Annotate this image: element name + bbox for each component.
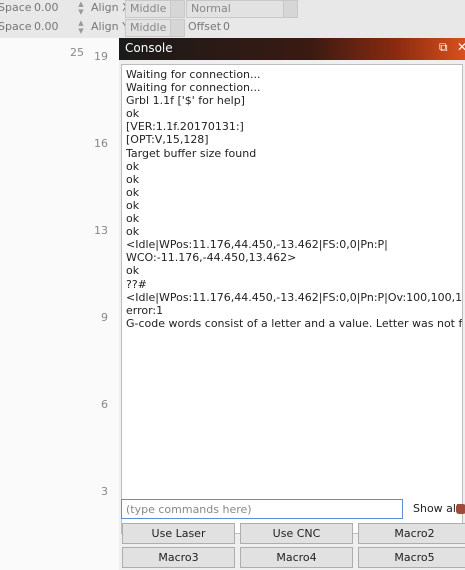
console-line: [OPT:V,15,128] [126, 133, 209, 147]
ruler-tick: 16 [94, 137, 108, 150]
console-line: G-code words consist of a letter and a v… [126, 316, 463, 330]
console-line: <Idle|WPos:11.176,44.450,-13.462|FS:0,0|… [126, 238, 388, 252]
console-line: Grbl 1.1f ['$' for help] [126, 94, 245, 108]
use-cnc-button[interactable]: Use CNC [240, 523, 353, 544]
console-line: ok [126, 198, 140, 212]
chevron-down-icon [170, 20, 184, 36]
console-line: WCO:-11.176,-44.450,13.462> [126, 251, 297, 265]
space-label: Space [0, 20, 32, 33]
space-value[interactable]: 0.00 [34, 1, 59, 14]
spinner-arrows-icon[interactable]: ▲ ▼ [77, 0, 85, 18]
offset-value[interactable]: 0 [223, 20, 230, 33]
macro4-button[interactable]: Macro4 [240, 547, 353, 568]
offset-label: Offset [188, 20, 222, 33]
macro2-button[interactable]: Macro2 [358, 523, 465, 544]
chevron-down-icon [283, 1, 297, 17]
space-label: Space [0, 1, 32, 14]
console-line: ok [126, 185, 140, 199]
console-panel: Console ⧉ ✕ Waiting for connection... Wa… [119, 38, 465, 570]
use-laser-button[interactable]: Use Laser [122, 523, 235, 544]
ruler-tick: 19 [94, 50, 108, 63]
toolbar-row-2: Space 0.00 ▲ ▼ Align Y Middle Offset 0 [0, 19, 465, 38]
align-y-value: Middle [130, 21, 167, 34]
console-line: ok [126, 107, 140, 121]
console-line: ok [126, 159, 140, 173]
console-line: ok [126, 264, 140, 278]
show-all-label: Show all [413, 502, 460, 515]
undock-icon[interactable]: ⧉ [439, 40, 448, 55]
console-line: error:1 [126, 303, 164, 317]
close-icon[interactable]: ✕ [457, 40, 465, 54]
space-value[interactable]: 0.00 [34, 20, 59, 33]
align-x-value: Middle [130, 2, 167, 15]
align-y-select[interactable]: Middle [125, 19, 185, 37]
ruler-tick: 13 [94, 224, 108, 237]
ruler-tick: 9 [101, 311, 108, 324]
align-x-select[interactable]: Middle [125, 0, 185, 18]
macro5-button[interactable]: Macro5 [358, 547, 465, 568]
console-line: Target buffer size found [126, 146, 257, 160]
vertical-ruler: 25 19 16 13 9 6 3 [0, 38, 120, 570]
console-line: ??# [126, 277, 147, 291]
blend-mode-value: Normal [191, 2, 231, 15]
align-x-label: Align X [91, 1, 130, 14]
console-line: ok [126, 212, 140, 226]
console-line: <Idle|WPos:11.176,44.450,-13.462|FS:0,0|… [126, 290, 463, 304]
console-line: Waiting for connection... [126, 68, 261, 81]
console-line: Waiting for connection... [126, 81, 261, 95]
console-line: ok [126, 172, 140, 186]
toolbar-row-1: Space 0.00 ▲ ▼ Align X Middle Normal [0, 0, 465, 19]
console-output[interactable]: Waiting for connection... Waiting for co… [121, 64, 463, 534]
blend-mode-select[interactable]: Normal [186, 0, 298, 18]
ruler-tick: 3 [101, 485, 108, 498]
align-y-label: Align Y [91, 20, 129, 33]
show-all-checkbox[interactable] [456, 504, 465, 514]
spinner-arrows-icon[interactable]: ▲ ▼ [77, 19, 85, 37]
console-line: ok [126, 225, 140, 239]
macro3-button[interactable]: Macro3 [122, 547, 235, 568]
command-input[interactable] [121, 499, 403, 519]
ruler-tick: 6 [101, 398, 108, 411]
console-line: [VER:1.1f.20170131:] [126, 120, 244, 134]
console-titlebar[interactable]: Console ⧉ ✕ [119, 38, 465, 60]
console-title: Console [125, 41, 173, 55]
chevron-down-icon [170, 1, 184, 17]
